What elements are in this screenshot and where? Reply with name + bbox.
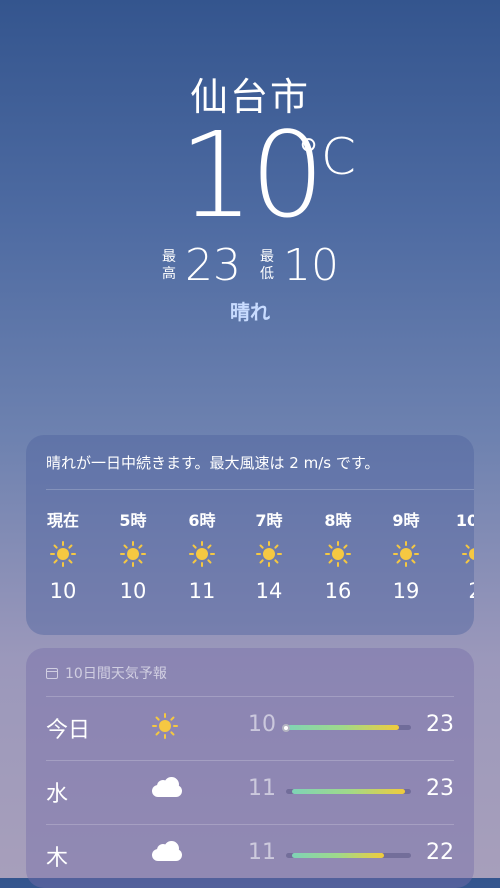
hour-time: 9時 xyxy=(392,511,420,530)
low-temp: 最低 10 xyxy=(259,240,339,291)
sun-icon xyxy=(393,541,419,567)
day-high: 23 xyxy=(426,712,454,737)
divider xyxy=(46,489,474,490)
hour-temp: 10 xyxy=(119,579,147,603)
current-temperature: 10 °C xyxy=(0,110,500,240)
day-high: 22 xyxy=(426,840,454,865)
temperature-range-bar xyxy=(286,853,411,858)
day-row[interactable]: 今日 10 23 xyxy=(26,696,474,760)
hour-time: 6時 xyxy=(188,511,216,530)
day-row[interactable]: 木 11 22 xyxy=(26,824,474,888)
day-name: 水 xyxy=(46,782,69,807)
hour-temp: 14 xyxy=(255,579,283,603)
hourly-summary: 晴れが一日中続きます。最大風速は 2 m/s です。 xyxy=(46,454,380,472)
hour-time: 8時 xyxy=(324,511,352,530)
hour-temp: 2 xyxy=(448,579,474,603)
hour-time: 10時 xyxy=(455,511,474,530)
day-row[interactable]: 水 11 23 xyxy=(26,760,474,824)
hour-item: 7時 14 xyxy=(242,507,296,603)
day-low: 10 xyxy=(248,712,276,737)
condition-text: 晴れ xyxy=(230,300,270,324)
current-temp-marker xyxy=(282,723,290,732)
temperature-range-bar xyxy=(286,789,411,794)
hour-temp: 19 xyxy=(392,579,420,603)
hour-item: 10時 2 xyxy=(448,507,474,603)
day-low: 11 xyxy=(248,840,276,865)
hour-time: 7時 xyxy=(255,511,283,530)
sun-icon xyxy=(256,541,282,567)
ten-day-header: 10日間天気予報 xyxy=(46,663,167,683)
calendar-icon xyxy=(46,667,58,679)
hour-temp: 16 xyxy=(324,579,352,603)
ten-day-title: 10日間天気予報 xyxy=(65,666,167,682)
hour-item: 6時 11 xyxy=(175,507,229,603)
hour-time: 5時 xyxy=(119,511,147,530)
temperature-range-fill xyxy=(292,789,405,794)
sun-icon xyxy=(152,713,178,739)
hour-item: 8時 16 xyxy=(311,507,365,603)
sun-icon xyxy=(50,541,76,567)
sun-icon xyxy=(325,541,351,567)
hourly-scroll[interactable]: 現在 10 5時 10 6時 11 7時 14 8時 16 9時 19 10 xyxy=(26,507,474,627)
high-label: 最高 xyxy=(162,248,176,282)
sun-icon xyxy=(189,541,215,567)
high-low: 最高 23 最低 10 xyxy=(0,240,500,291)
temperature-range-fill xyxy=(292,853,384,858)
hourly-forecast-card[interactable]: 晴れが一日中続きます。最大風速は 2 m/s です。 現在 10 5時 10 6… xyxy=(26,435,474,635)
temperature-range-fill xyxy=(286,725,399,730)
sun-icon xyxy=(462,541,474,567)
ten-day-forecast-card[interactable]: 10日間天気予報 今日 10 23 水 11 23 木 11 22 xyxy=(26,648,474,888)
hour-item: 5時 10 xyxy=(106,507,160,603)
hour-temp: 11 xyxy=(188,579,216,603)
high-temp: 最高 23 xyxy=(161,240,241,291)
day-name: 今日 xyxy=(46,718,91,743)
hour-temp: 10 xyxy=(49,579,77,603)
cloud-icon xyxy=(152,777,182,797)
sun-icon xyxy=(120,541,146,567)
day-name: 木 xyxy=(46,846,69,871)
hour-time: 現在 xyxy=(46,511,79,530)
high-value: 23 xyxy=(185,240,241,291)
hour-item: 現在 10 xyxy=(36,507,90,603)
temperature-unit: °C xyxy=(296,128,356,186)
day-low: 11 xyxy=(248,776,276,801)
low-value: 10 xyxy=(283,240,339,291)
day-high: 23 xyxy=(426,776,454,801)
low-label: 最低 xyxy=(260,248,274,282)
cloud-icon xyxy=(152,841,182,861)
hour-item: 9時 19 xyxy=(379,507,433,603)
temperature-range-bar xyxy=(282,723,411,732)
